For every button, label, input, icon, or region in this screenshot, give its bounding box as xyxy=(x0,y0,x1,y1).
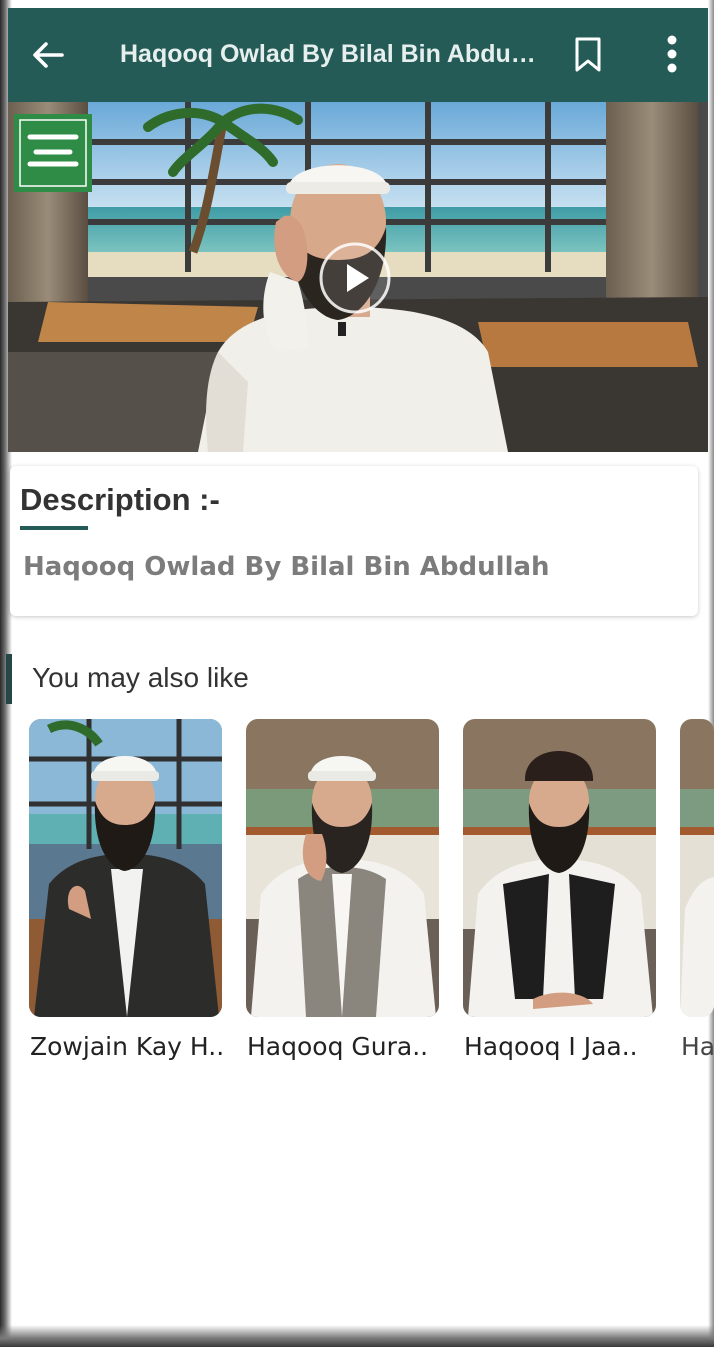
video-player[interactable] xyxy=(8,102,708,452)
description-underline xyxy=(20,526,88,530)
arrow-left-icon xyxy=(33,42,64,68)
play-circle-icon xyxy=(319,242,391,314)
recommendation-thumbnail[interactable] xyxy=(29,719,222,1017)
app-bar: Haqooq Owlad By Bilal Bin Abdull... xyxy=(8,8,708,102)
thumbnail-image xyxy=(29,719,222,1017)
recommendation-thumbnail[interactable] xyxy=(680,719,714,1017)
bookmark-button[interactable] xyxy=(572,36,604,74)
recommendation-title[interactable]: Haqooq Gura.. xyxy=(247,1028,447,1066)
play-button[interactable] xyxy=(317,240,393,316)
more-vertical-icon xyxy=(667,35,677,73)
recommendation-thumbnail[interactable] xyxy=(463,719,656,1017)
section-accent-bar xyxy=(6,654,12,704)
bookmark-icon xyxy=(575,37,601,72)
recommendation-title[interactable]: Zowjain Kay H.. xyxy=(30,1028,230,1066)
page-title: Haqooq Owlad By Bilal Bin Abdull... xyxy=(120,40,540,68)
thumbnail-image xyxy=(246,719,439,1017)
recommendation-thumbnail[interactable] xyxy=(246,719,439,1017)
back-button[interactable] xyxy=(28,35,68,75)
recommendation-title[interactable]: Haqooq I Jaa.. xyxy=(464,1028,664,1066)
thumbnail-image xyxy=(680,719,714,1017)
recommendations-title: You may also like xyxy=(32,662,249,693)
description-heading: Description :- xyxy=(20,482,220,517)
window-shadow-bottom xyxy=(0,1325,714,1347)
recommendation-title[interactable]: Ha xyxy=(681,1028,714,1066)
description-text: Haqooq Owlad By Bilal Bin Abdullah xyxy=(23,552,550,582)
thumbnail-image xyxy=(463,719,656,1017)
description-card: Description :- Haqooq Owlad By Bilal Bin… xyxy=(10,466,698,616)
more-options-button[interactable] xyxy=(658,32,686,76)
window-shadow-right xyxy=(708,0,714,1347)
